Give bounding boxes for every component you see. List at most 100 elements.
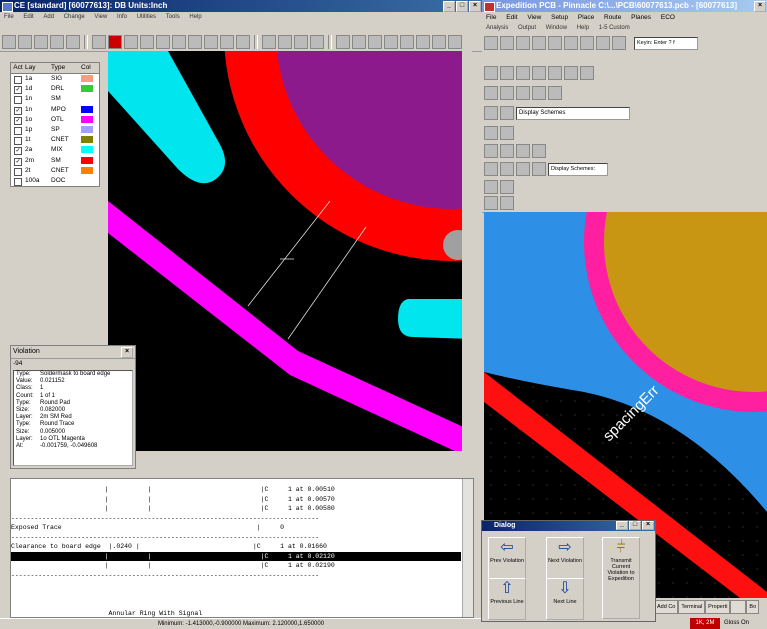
menu-view[interactable]: View <box>90 14 111 20</box>
close-button[interactable]: × <box>469 1 481 12</box>
keyin-field[interactable]: Keyin: Enter ? f <box>634 36 698 50</box>
menu-output[interactable]: Output <box>514 25 540 31</box>
col-col[interactable]: Col <box>81 63 97 73</box>
move-icon[interactable] <box>532 66 546 80</box>
undo-icon[interactable] <box>548 36 562 50</box>
layer-checkbox[interactable] <box>14 177 22 186</box>
layer-color-swatch[interactable] <box>81 125 93 133</box>
select-icon[interactable] <box>92 35 106 49</box>
display-icon[interactable] <box>580 36 594 50</box>
layer-checkbox[interactable] <box>14 167 22 176</box>
layer-color-swatch[interactable] <box>81 176 93 184</box>
zoom-in-icon[interactable] <box>172 35 186 49</box>
menu-tools[interactable]: Tools <box>162 14 184 20</box>
col-act[interactable]: Act <box>11 63 25 73</box>
dialog-minimize-button[interactable]: _ <box>616 521 628 530</box>
layer-row[interactable]: 2t CNET <box>11 166 99 176</box>
cross-icon[interactable] <box>500 180 514 194</box>
left-titlebar[interactable]: CE [standard] [60077613]: DB Units:Inch … <box>0 0 482 12</box>
save-icon-r[interactable] <box>500 36 514 50</box>
zoom-fit-icon[interactable] <box>220 35 234 49</box>
glossing-icon[interactable] <box>532 86 546 100</box>
fanout-icon[interactable] <box>516 86 530 100</box>
layer-checkbox[interactable] <box>14 137 22 146</box>
report-line[interactable]: ----------------------------------------… <box>11 533 461 542</box>
prev-violation-button[interactable]: ⇦ Prev Violation <box>488 537 526 579</box>
violation-title[interactable]: Violation × <box>11 346 135 359</box>
route-b-icon[interactable] <box>500 144 514 158</box>
layers-icon[interactable] <box>500 106 514 120</box>
redraw-icon[interactable] <box>236 35 250 49</box>
mark-icon[interactable] <box>484 180 498 194</box>
line-icon[interactable] <box>108 35 122 49</box>
tool-icon[interactable] <box>448 35 462 49</box>
menu-view-r[interactable]: View <box>523 14 545 21</box>
tab-add-co[interactable]: Add Co <box>654 600 679 614</box>
place-icon[interactable] <box>596 36 610 50</box>
tune-icon[interactable] <box>548 86 562 100</box>
maximize-button[interactable]: □ <box>456 1 468 12</box>
report-line[interactable]: Clearance to board edge |.0240 | |C 1 at… <box>11 542 461 551</box>
report-scrollbar[interactable] <box>462 479 473 617</box>
drc-icon[interactable] <box>336 35 350 49</box>
open-icon[interactable] <box>484 36 498 50</box>
menu-window[interactable]: Window <box>542 25 571 31</box>
layer-checkbox[interactable]: ✓ <box>14 147 22 156</box>
layer-color-swatch[interactable] <box>81 115 93 123</box>
minimize-button[interactable]: _ <box>443 1 455 12</box>
menu-setup[interactable]: Setup <box>547 14 572 21</box>
route-icon[interactable] <box>368 35 382 49</box>
measure-icon[interactable] <box>262 35 276 49</box>
snap-icon[interactable] <box>278 35 292 49</box>
layer-color-swatch[interactable] <box>81 156 93 164</box>
col-type[interactable]: Type <box>51 63 81 73</box>
layer-checkbox[interactable]: ✓ <box>14 116 22 125</box>
rect-icon[interactable] <box>516 162 530 176</box>
pan-icon[interactable] <box>500 126 514 140</box>
pointer-icon[interactable] <box>484 126 498 140</box>
layer-icon[interactable] <box>310 35 324 49</box>
report-line[interactable]: | | |C 1 at 0.00570 <box>11 495 461 504</box>
nav-icon[interactable] <box>484 196 498 210</box>
probe-icon[interactable] <box>500 196 514 210</box>
tab-properties[interactable]: Properti <box>705 600 731 614</box>
layer-row[interactable]: ✓ 1d DRL <box>11 84 99 95</box>
report-line[interactable]: ----------------------------------------… <box>11 571 461 580</box>
menu-change[interactable]: Change <box>60 14 89 20</box>
scheme-icon[interactable] <box>484 106 498 120</box>
flag-icon[interactable] <box>432 35 446 49</box>
layer-color-swatch[interactable] <box>81 136 93 144</box>
fill-icon[interactable] <box>400 35 414 49</box>
pad-icon[interactable] <box>124 35 138 49</box>
menu-planes[interactable]: Planes <box>627 14 655 21</box>
menu-file[interactable]: File <box>0 14 18 20</box>
transmit-button[interactable]: ⫩ Transmit Current Violation to Expediti… <box>602 537 640 619</box>
next-violation-button[interactable]: ⇨ Next Violation <box>546 537 584 579</box>
print-icon-r[interactable] <box>516 36 530 50</box>
arrow-icon[interactable] <box>416 35 430 49</box>
menu-help[interactable]: Help <box>185 14 205 20</box>
route-d-icon[interactable] <box>532 144 546 158</box>
dialog-maximize-button[interactable]: □ <box>629 521 641 530</box>
menu-route[interactable]: Route <box>600 14 625 21</box>
layer-checkbox[interactable] <box>14 76 22 84</box>
redo-icon[interactable] <box>564 36 578 50</box>
display-schemes-select-2[interactable]: Display Schemes: <box>548 162 608 176</box>
layer-color-swatch[interactable] <box>81 75 93 82</box>
layer-checkbox[interactable]: ✓ <box>14 86 22 95</box>
via-icon[interactable] <box>384 35 398 49</box>
report-line[interactable]: | | |C 1 at 0.00510 <box>11 485 461 494</box>
report-line[interactable] <box>11 599 461 608</box>
report-line[interactable]: ----------------------------------------… <box>11 514 461 523</box>
report-line[interactable]: Exposed Trace | 0 <box>11 523 461 532</box>
tab-bo[interactable]: Bo <box>746 600 760 614</box>
col-lay[interactable]: Lay <box>25 63 51 73</box>
print-icon[interactable] <box>50 35 64 49</box>
layer-row[interactable]: 100a DOC <box>11 176 99 186</box>
text-icon[interactable] <box>484 162 498 176</box>
route-icon-r[interactable] <box>612 36 626 50</box>
report-line[interactable]: | | |C 1 at 0.02190 <box>11 561 461 570</box>
dialog-close-button[interactable]: × <box>642 521 654 530</box>
layer-row[interactable]: 1a SIG <box>11 74 99 84</box>
pcb-canvas[interactable] <box>108 51 472 461</box>
